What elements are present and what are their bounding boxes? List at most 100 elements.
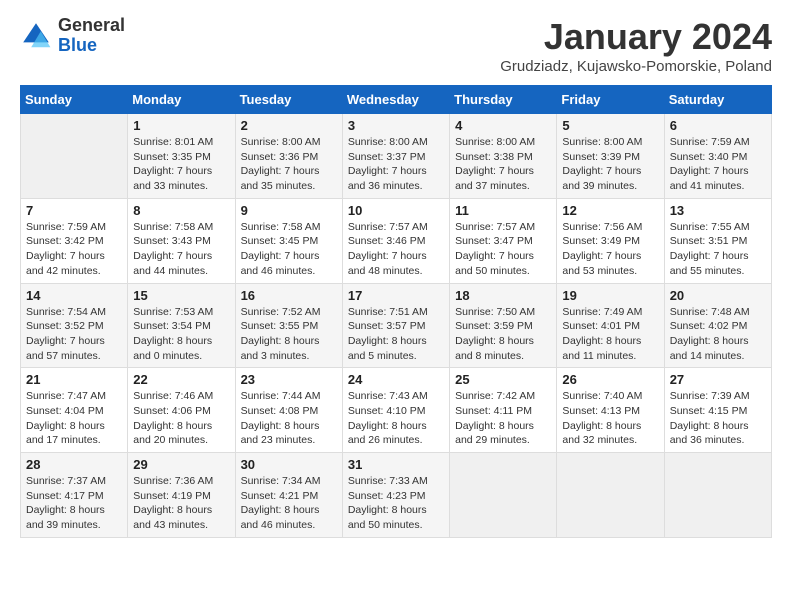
day-info: Sunrise: 8:00 AMSunset: 3:37 PMDaylight:… — [348, 135, 444, 194]
calendar-header-row: SundayMondayTuesdayWednesdayThursdayFrid… — [21, 86, 772, 114]
day-cell: 28Sunrise: 7:37 AMSunset: 4:17 PMDayligh… — [21, 453, 128, 538]
day-cell: 4Sunrise: 8:00 AMSunset: 3:38 PMDaylight… — [450, 114, 557, 199]
day-cell: 27 Sunrise: 7:39 AMSunset: 4:15 PMDayligh… — [664, 368, 771, 453]
day-number: 12 — [562, 203, 658, 218]
day-number: 11 — [455, 203, 551, 218]
day-info: Sunrise: 7:57 AMSunset: 3:47 PMDaylight:… — [455, 220, 551, 279]
day-number: 2 — [241, 118, 337, 133]
day-cell — [557, 453, 664, 538]
calendar-table: SundayMondayTuesdayWednesdayThursdayFrid… — [20, 85, 772, 538]
day-info: Sunrise: 7:44 AMSunset: 4:08 PMDaylight:… — [241, 389, 337, 448]
day-info: Sunrise: 7:53 AMSunset: 3:54 PMDaylight:… — [133, 305, 229, 364]
day-cell: 23 Sunrise: 7:44 AMSunset: 4:08 PMDayligh… — [235, 368, 342, 453]
day-info: Sunrise: 7:59 AMSunset: 3:40 PMDaylight:… — [670, 135, 766, 194]
day-info: Sunrise: 7:51 AMSunset: 3:57 PMDaylight:… — [348, 305, 444, 364]
day-number: 13 — [670, 203, 766, 218]
day-number: 26 — [562, 372, 658, 387]
day-number: 18 — [455, 288, 551, 303]
day-number: 9 — [241, 203, 337, 218]
day-number: 1 — [133, 118, 229, 133]
day-cell: 3Sunrise: 8:00 AMSunset: 3:37 PMDaylight… — [342, 114, 449, 199]
day-number: 22 — [133, 372, 229, 387]
day-cell: 20Sunrise: 7:48 AMSunset: 4:02 PMDayligh… — [664, 283, 771, 368]
day-cell: 22 Sunrise: 7:46 AMSunset: 4:06 PMDayligh… — [128, 368, 235, 453]
column-header-monday: Monday — [128, 86, 235, 114]
day-info: Sunrise: 7:40 AMSunset: 4:13 PMDaylight:… — [562, 389, 658, 448]
week-row-2: 7 Sunrise: 7:59 AMSunset: 3:42 PMDaylight… — [21, 198, 772, 283]
week-row-4: 21Sunrise: 7:47 AMSunset: 4:04 PMDayligh… — [21, 368, 772, 453]
day-cell: 1Sunrise: 8:01 AMSunset: 3:35 PMDaylight… — [128, 114, 235, 199]
day-info: Sunrise: 7:48 AMSunset: 4:02 PMDaylight:… — [670, 305, 766, 364]
day-info: Sunrise: 7:47 AMSunset: 4:04 PMDaylight:… — [26, 389, 122, 448]
logo-blue: Blue — [58, 35, 97, 55]
day-number: 23 — [241, 372, 337, 387]
day-info: Sunrise: 7:55 AMSunset: 3:51 PMDaylight:… — [670, 220, 766, 279]
day-cell — [21, 114, 128, 199]
day-info: Sunrise: 8:00 AMSunset: 3:36 PMDaylight:… — [241, 135, 337, 194]
day-cell: 10 Sunrise: 7:57 AMSunset: 3:46 PMDayligh… — [342, 198, 449, 283]
title-block: January 2024 Grudziadz, Kujawsko-Pomorsk… — [500, 16, 772, 75]
week-row-1: 1Sunrise: 8:01 AMSunset: 3:35 PMDaylight… — [21, 114, 772, 199]
day-cell: 2 Sunrise: 8:00 AMSunset: 3:36 PMDaylight… — [235, 114, 342, 199]
column-header-saturday: Saturday — [664, 86, 771, 114]
day-cell: 5 Sunrise: 8:00 AMSunset: 3:39 PMDaylight… — [557, 114, 664, 199]
page-header: General Blue January 2024 Grudziadz, Kuj… — [20, 16, 772, 75]
day-number: 15 — [133, 288, 229, 303]
location: Grudziadz, Kujawsko-Pomorskie, Poland — [500, 58, 772, 75]
day-info: Sunrise: 7:37 AMSunset: 4:17 PMDaylight:… — [26, 474, 122, 533]
week-row-3: 14Sunrise: 7:54 AMSunset: 3:52 PMDayligh… — [21, 283, 772, 368]
day-number: 27 — [670, 372, 766, 387]
day-info: Sunrise: 7:39 AMSunset: 4:15 PMDaylight:… — [670, 389, 766, 448]
day-number: 31 — [348, 457, 444, 472]
day-cell: 16Sunrise: 7:52 AMSunset: 3:55 PMDayligh… — [235, 283, 342, 368]
day-cell: 29 Sunrise: 7:36 AMSunset: 4:19 PMDayligh… — [128, 453, 235, 538]
day-number: 8 — [133, 203, 229, 218]
day-info: Sunrise: 7:50 AMSunset: 3:59 PMDaylight:… — [455, 305, 551, 364]
day-number: 7 — [26, 203, 122, 218]
day-info: Sunrise: 7:36 AMSunset: 4:19 PMDaylight:… — [133, 474, 229, 533]
day-info: Sunrise: 8:00 AMSunset: 3:39 PMDaylight:… — [562, 135, 658, 194]
day-number: 19 — [562, 288, 658, 303]
day-info: Sunrise: 7:43 AMSunset: 4:10 PMDaylight:… — [348, 389, 444, 448]
day-number: 5 — [562, 118, 658, 133]
day-cell: 11 Sunrise: 7:57 AMSunset: 3:47 PMDayligh… — [450, 198, 557, 283]
day-info: Sunrise: 7:57 AMSunset: 3:46 PMDaylight:… — [348, 220, 444, 279]
day-number: 25 — [455, 372, 551, 387]
day-cell: 21Sunrise: 7:47 AMSunset: 4:04 PMDayligh… — [21, 368, 128, 453]
day-info: Sunrise: 7:54 AMSunset: 3:52 PMDaylight:… — [26, 305, 122, 364]
day-info: Sunrise: 7:59 AMSunset: 3:42 PMDaylight:… — [26, 220, 122, 279]
day-info: Sunrise: 7:46 AMSunset: 4:06 PMDaylight:… — [133, 389, 229, 448]
day-cell: 25 Sunrise: 7:42 AMSunset: 4:11 PMDayligh… — [450, 368, 557, 453]
day-cell: 14Sunrise: 7:54 AMSunset: 3:52 PMDayligh… — [21, 283, 128, 368]
day-cell: 31Sunrise: 7:33 AMSunset: 4:23 PMDayligh… — [342, 453, 449, 538]
day-number: 10 — [348, 203, 444, 218]
week-row-5: 28Sunrise: 7:37 AMSunset: 4:17 PMDayligh… — [21, 453, 772, 538]
day-info: Sunrise: 7:56 AMSunset: 3:49 PMDaylight:… — [562, 220, 658, 279]
day-number: 30 — [241, 457, 337, 472]
day-cell: 12 Sunrise: 7:56 AMSunset: 3:49 PMDayligh… — [557, 198, 664, 283]
day-cell: 7 Sunrise: 7:59 AMSunset: 3:42 PMDaylight… — [21, 198, 128, 283]
logo-general: General — [58, 15, 125, 35]
column-header-friday: Friday — [557, 86, 664, 114]
day-cell: 17Sunrise: 7:51 AMSunset: 3:57 PMDayligh… — [342, 283, 449, 368]
day-number: 6 — [670, 118, 766, 133]
day-number: 4 — [455, 118, 551, 133]
day-info: Sunrise: 7:58 AMSunset: 3:45 PMDaylight:… — [241, 220, 337, 279]
day-cell: 19 Sunrise: 7:49 AMSunset: 4:01 PMDayligh… — [557, 283, 664, 368]
day-cell: 13 Sunrise: 7:55 AMSunset: 3:51 PMDayligh… — [664, 198, 771, 283]
day-number: 29 — [133, 457, 229, 472]
logo-icon — [20, 20, 52, 52]
day-info: Sunrise: 7:42 AMSunset: 4:11 PMDaylight:… — [455, 389, 551, 448]
day-info: Sunrise: 7:52 AMSunset: 3:55 PMDaylight:… — [241, 305, 337, 364]
day-cell: 9 Sunrise: 7:58 AMSunset: 3:45 PMDaylight… — [235, 198, 342, 283]
day-cell: 6 Sunrise: 7:59 AMSunset: 3:40 PMDaylight… — [664, 114, 771, 199]
day-cell: 8Sunrise: 7:58 AMSunset: 3:43 PMDaylight… — [128, 198, 235, 283]
column-header-tuesday: Tuesday — [235, 86, 342, 114]
day-info: Sunrise: 7:34 AMSunset: 4:21 PMDaylight:… — [241, 474, 337, 533]
day-info: Sunrise: 7:49 AMSunset: 4:01 PMDaylight:… — [562, 305, 658, 364]
column-header-wednesday: Wednesday — [342, 86, 449, 114]
day-number: 24 — [348, 372, 444, 387]
day-cell: 18 Sunrise: 7:50 AMSunset: 3:59 PMDayligh… — [450, 283, 557, 368]
column-header-sunday: Sunday — [21, 86, 128, 114]
logo: General Blue — [20, 16, 125, 56]
